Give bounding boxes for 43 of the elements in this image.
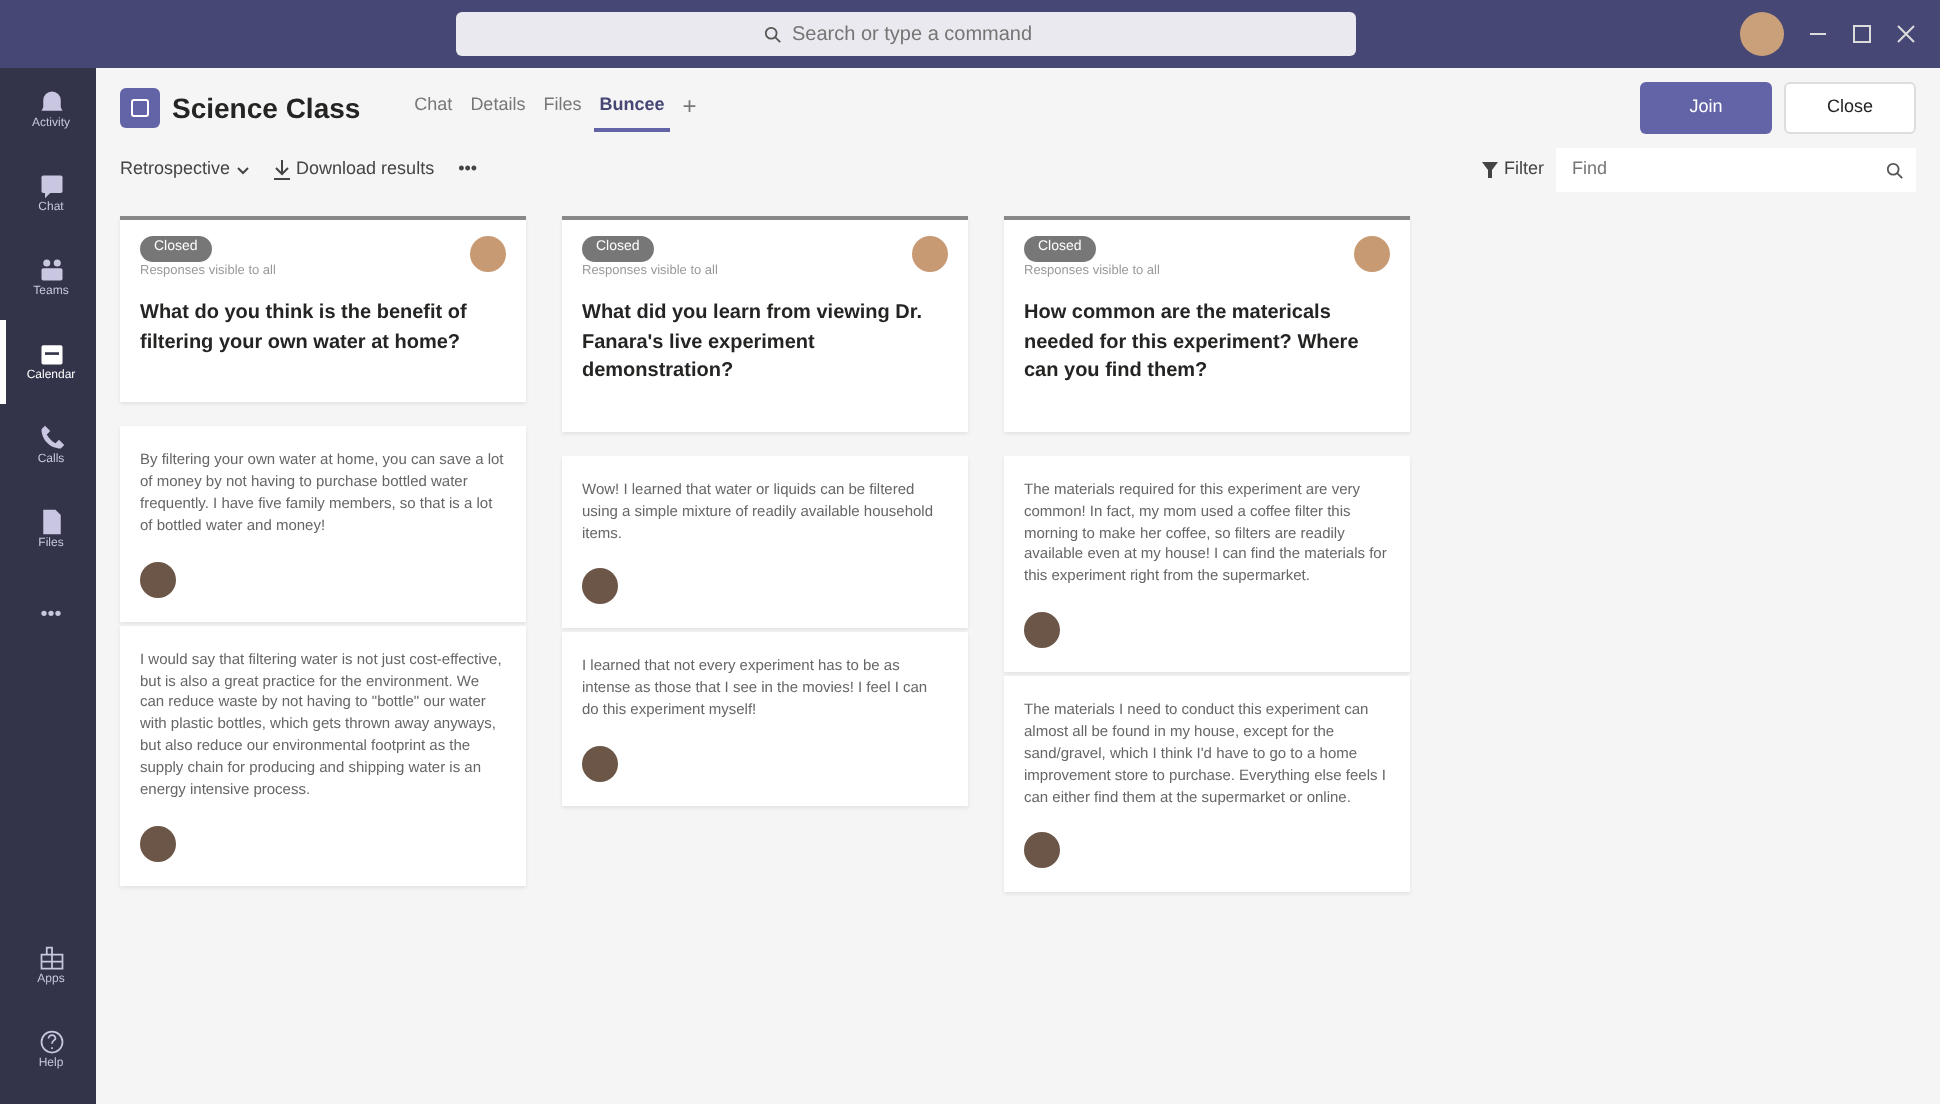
download-button[interactable]: Download results [274, 156, 435, 184]
calendar-icon [37, 339, 65, 367]
avatar [912, 236, 948, 272]
file-icon [37, 507, 65, 535]
avatar [582, 745, 618, 782]
avatar [1024, 612, 1060, 649]
search-icon [764, 25, 782, 43]
close-icon[interactable] [1896, 24, 1916, 44]
tab[interactable]: Chat [408, 84, 459, 132]
close-button[interactable]: Close [1784, 82, 1916, 134]
filter-button[interactable]: Filter [1482, 156, 1544, 184]
chevron-icon [236, 165, 251, 175]
meeting-title: Science Class [172, 89, 361, 127]
avatar [470, 236, 506, 272]
avatar [1354, 236, 1390, 272]
bell-icon [37, 87, 65, 115]
sidebar-item[interactable]: ••• [0, 572, 96, 656]
maximize-icon[interactable] [1852, 24, 1872, 44]
view-dropdown[interactable]: Retrospective [120, 156, 251, 184]
tab[interactable]: Buncee [593, 84, 671, 132]
avatar [1024, 832, 1060, 869]
tab[interactable]: Details [464, 84, 532, 132]
call-icon [37, 423, 65, 451]
avatar [582, 568, 618, 605]
question-text: How common are the matericals needed for this experiment? Where can you find them? [1024, 300, 1361, 387]
avatar [140, 825, 176, 862]
avatar [140, 561, 176, 598]
filter-icon [1482, 162, 1498, 178]
tab[interactable]: Files [537, 84, 588, 132]
add-tab-button[interactable]: + [676, 80, 703, 136]
find-field[interactable]: Find [1556, 148, 1916, 192]
teams-icon [37, 255, 65, 283]
apps-icon [37, 943, 65, 971]
download-icon [274, 160, 291, 180]
more-button[interactable]: ••• [458, 156, 478, 184]
question-text: What did you learn from viewing Dr. Fanara's live experiment demonstration? [582, 300, 925, 387]
app-icon [120, 88, 160, 128]
profile-avatar[interactable] [1740, 12, 1784, 56]
search-icon [1886, 161, 1904, 179]
join-button[interactable]: Join [1640, 82, 1772, 134]
chat-icon [37, 171, 65, 199]
help-icon [37, 1027, 65, 1055]
question-text: What do you think is the benefit of filtering your own water at home? [140, 300, 469, 358]
